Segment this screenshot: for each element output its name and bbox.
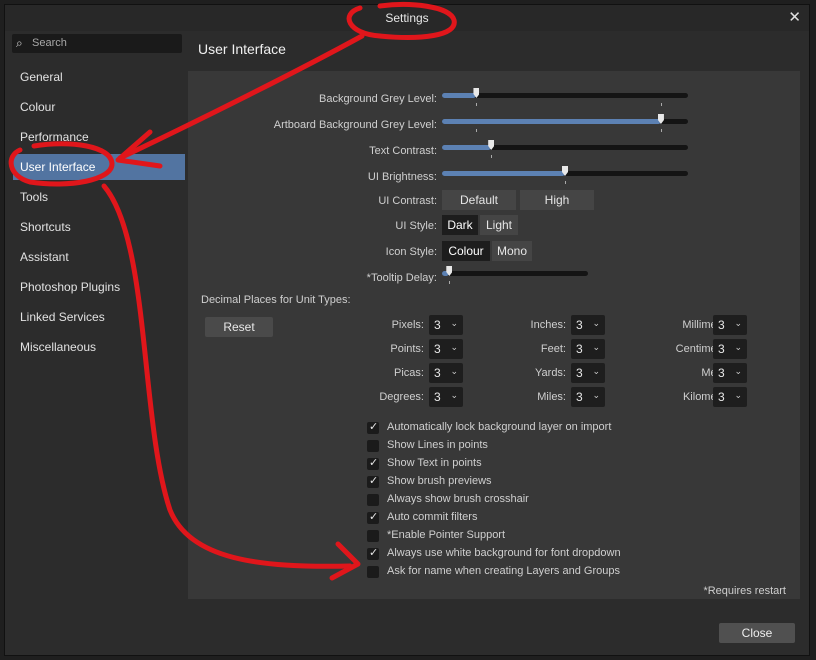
annotation-curve-to-checkbox [101, 183, 353, 569]
annotation-circle-settings [346, 2, 457, 40]
annotation-circle-user-interface [8, 141, 115, 187]
annotation-arrowhead-checkbox [329, 541, 361, 581]
annotation-arrow-to-user-interface [117, 33, 365, 161]
red-annotation-overlay [8, 2, 457, 581]
